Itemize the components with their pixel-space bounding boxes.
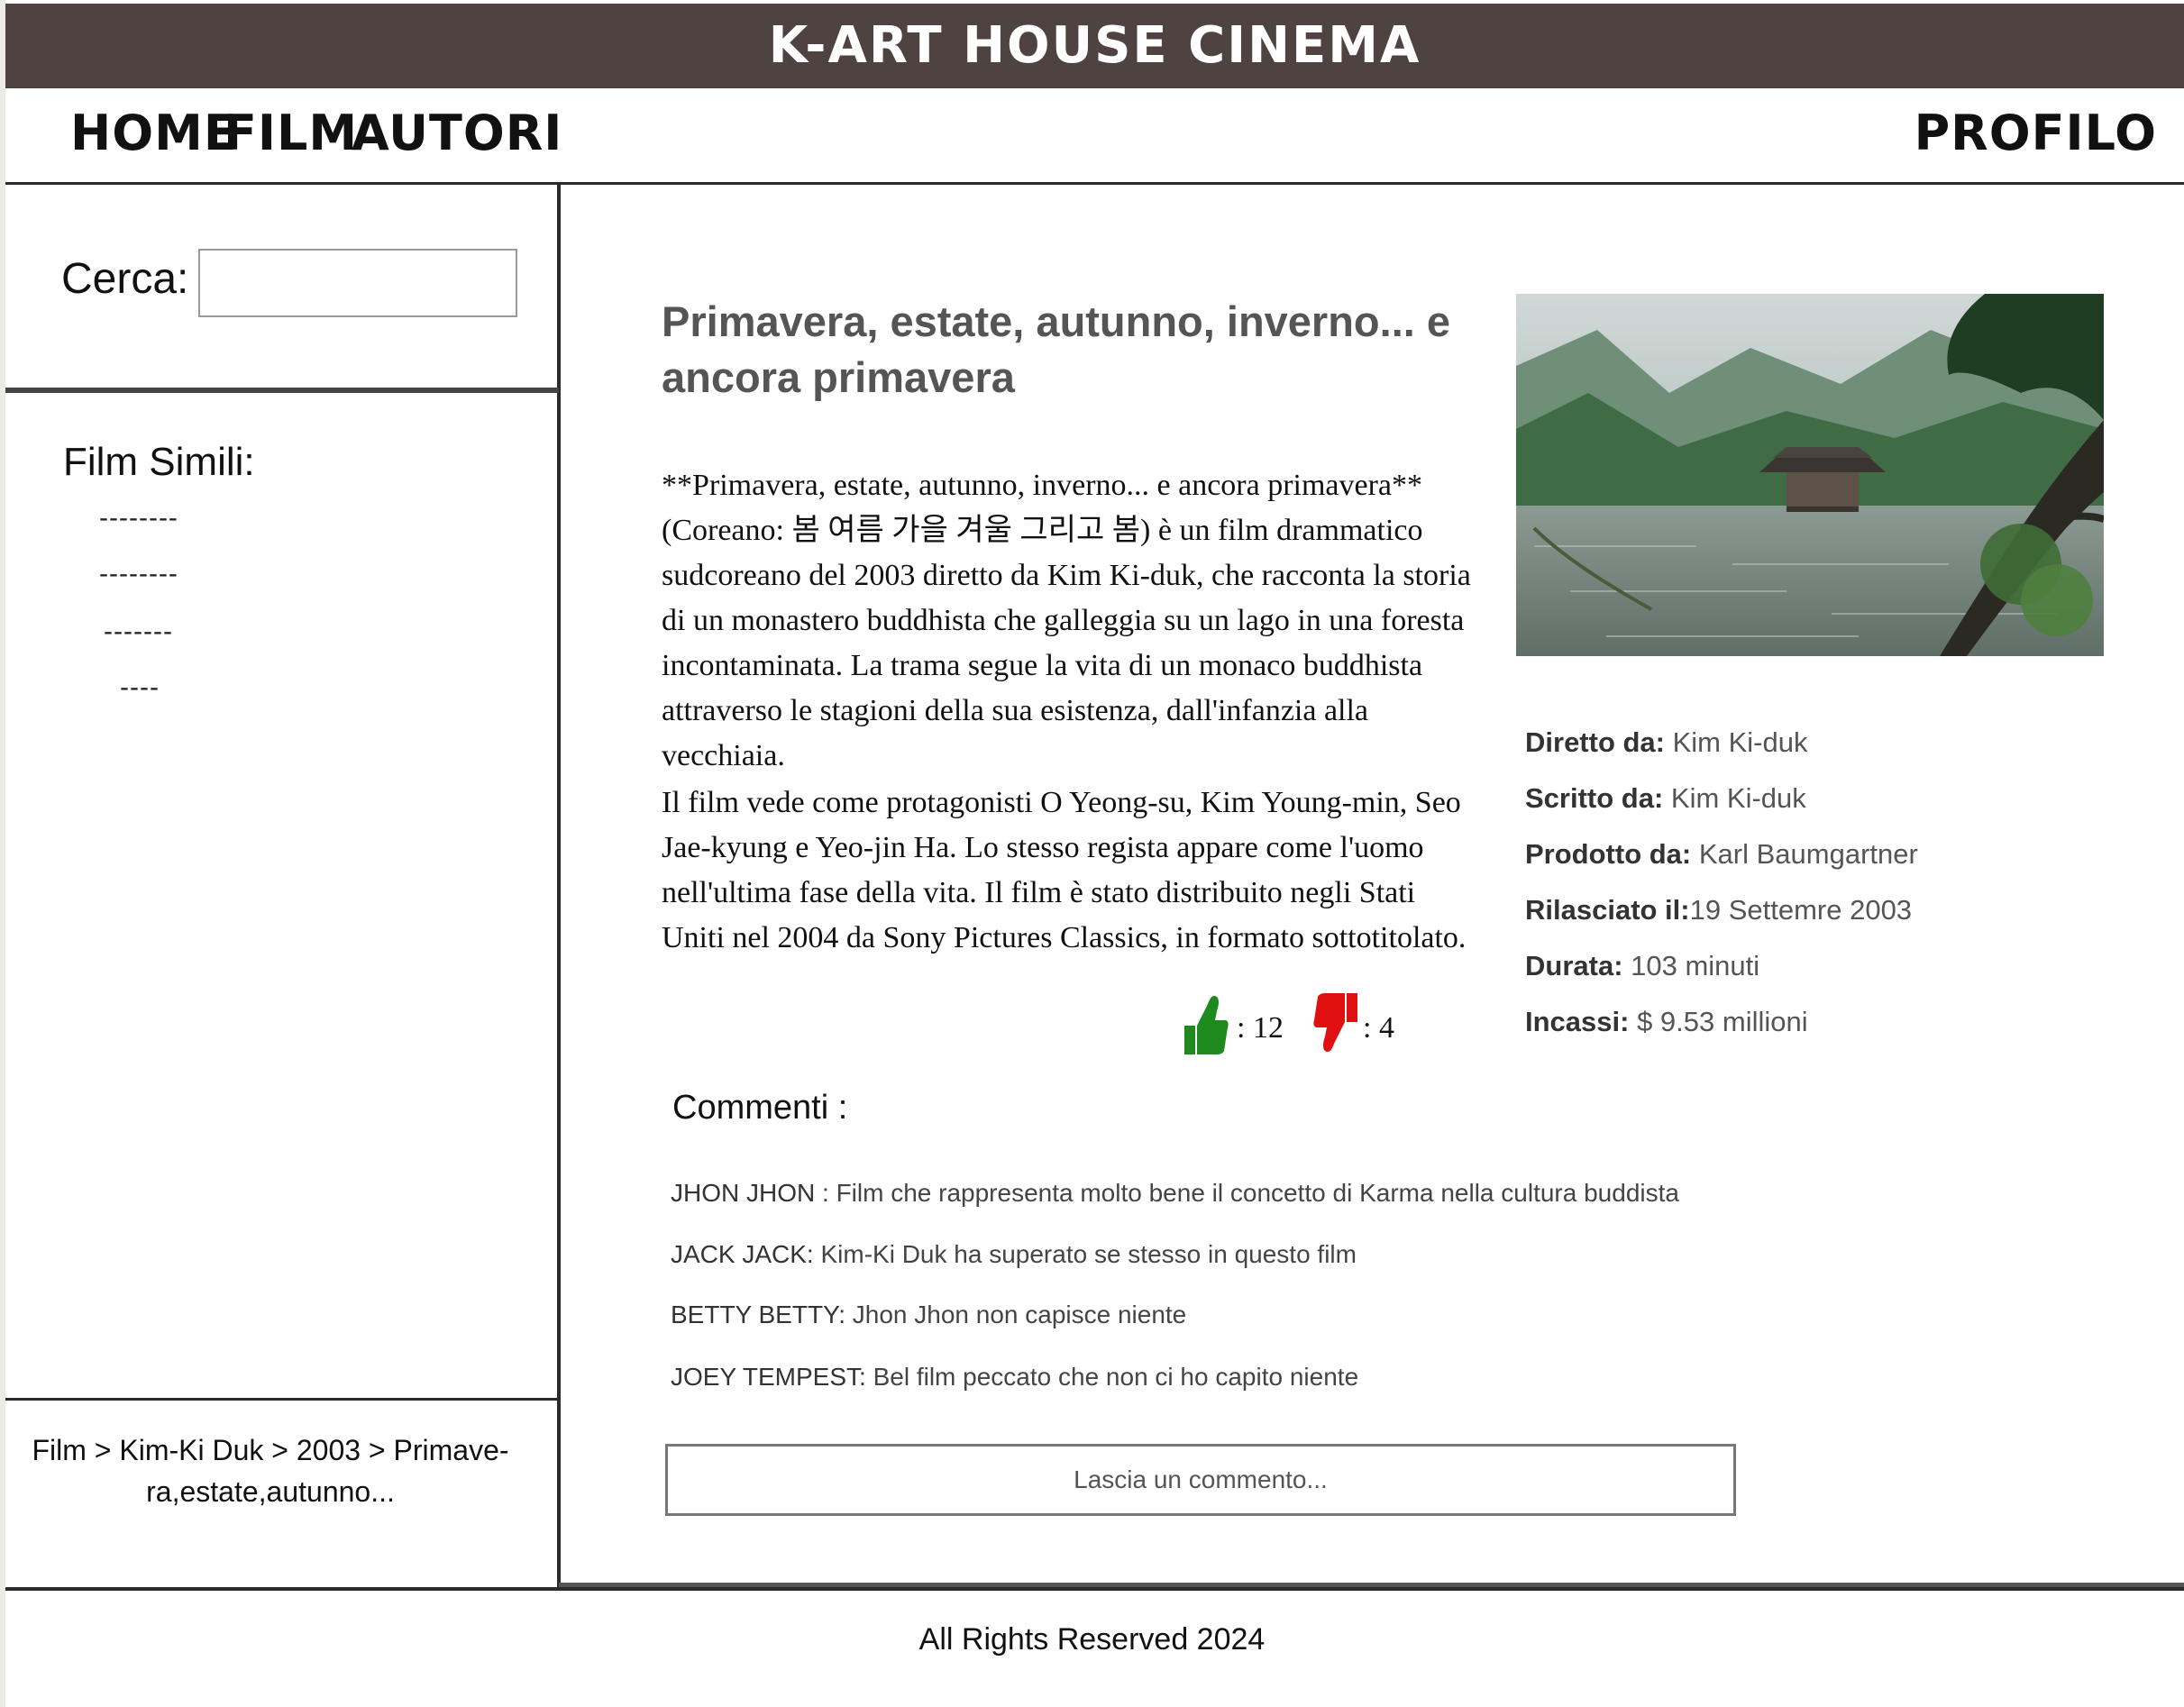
thumbs-up-icon[interactable] (1183, 991, 1229, 1064)
comment-text: Jhon Jhon non capisce niente (845, 1301, 1187, 1328)
movie-description: Il film vede come protagonisti O Yeong-s… (662, 786, 1467, 954)
breadcrumb: Film > Kim-Ki Duk > 2003 > Primave- ra,e… (18, 1429, 523, 1512)
footer-text: All Rights Reserved 2024 (918, 1622, 1266, 1657)
info-gross: Incassi: $ 9.53 millioni (1525, 1006, 1808, 1038)
search-divider (5, 388, 559, 393)
movie-title: Primavera, estate, autunno, inverno... e… (662, 297, 1451, 401)
similar-film-item[interactable]: ------- (104, 616, 173, 647)
comment-item: JHON JHON : Film che rappresenta molto b… (671, 1179, 1679, 1208)
comment-text: : Film che rappresenta molto bene il con… (815, 1179, 1679, 1207)
breadcrumb-line[interactable]: Film > Kim-Ki Duk > 2003 > Primave- (18, 1429, 523, 1471)
nav-profilo[interactable]: PROFILO (1914, 105, 2157, 161)
comment-user: JHON JHON (671, 1179, 816, 1207)
similar-film-item[interactable]: -------- (99, 503, 178, 534)
site-title: K-ART HOUSE CINEMA (768, 16, 1421, 75)
search-input[interactable] (198, 249, 517, 317)
comments-title: Commenti : (672, 1089, 848, 1127)
info-value: $ 9.53 millioni (1629, 1006, 1808, 1037)
comment-text: Bel film peccato che non ci ho capito ni… (865, 1363, 1359, 1391)
comment-user: JACK JACK: (671, 1240, 814, 1268)
comment-user: JOEY TEMPEST: (671, 1363, 866, 1391)
breadcrumb-line[interactable]: ra,estate,autunno... (18, 1471, 523, 1512)
info-value: Kim Ki-duk (1665, 726, 1808, 758)
search-label: Cerca: (61, 255, 189, 303)
nav-divider (5, 182, 2184, 185)
info-produced: Prodotto da: Karl Baumgartner (1525, 838, 1918, 871)
similar-film-item[interactable]: ---- (120, 672, 160, 703)
info-label: Incassi: (1525, 1006, 1630, 1037)
comment-item: BETTY BETTY: Jhon Jhon non capisce nient… (671, 1301, 1186, 1329)
info-label: Scritto da: (1525, 782, 1664, 814)
info-label: Diretto da: (1525, 726, 1665, 758)
info-label: Rilasciato il: (1525, 894, 1690, 926)
sidebar-right-border (557, 184, 561, 1590)
similar-film-item[interactable]: -------- (99, 559, 178, 589)
comment-item: JOEY TEMPEST: Bel film peccato che non c… (671, 1363, 1358, 1392)
dislike-count: : 4 (1363, 1010, 1394, 1045)
similar-films-title: Film Simili: (63, 440, 255, 484)
info-released: Rilasciato il:19 Settemre 2003 (1525, 894, 1912, 927)
info-directed: Diretto da: Kim Ki-duk (1525, 726, 1807, 759)
comment-item: JACK JACK: Kim-Ki Duk ha superato se ste… (671, 1240, 1357, 1269)
like-count: : 12 (1237, 1010, 1284, 1045)
info-label: Prodotto da: (1525, 838, 1692, 870)
breadcrumb-divider (5, 1398, 559, 1401)
thumbs-down-icon[interactable] (1312, 991, 1359, 1064)
nav-home[interactable]: HOME (70, 105, 238, 161)
movie-description: **Primavera, estate, autunno, inverno...… (662, 469, 1471, 772)
info-value: Kim Ki-duk (1663, 782, 1806, 814)
info-value: Karl Baumgartner (1691, 838, 1918, 870)
movie-poster-image (1516, 294, 2104, 656)
site-header: K-ART HOUSE CINEMA (5, 4, 2184, 88)
leave-comment-input[interactable]: Lascia un commento... (665, 1444, 1736, 1516)
info-value: 103 minuti (1622, 950, 1760, 981)
info-label: Durata: (1525, 950, 1623, 981)
comment-text: Kim-Ki Duk ha superato se stesso in ques… (813, 1240, 1357, 1268)
nav-autori[interactable]: AUTORI (352, 105, 562, 161)
comment-user: BETTY BETTY: (671, 1301, 845, 1328)
info-value: 19 Settemre 2003 (1689, 894, 1913, 926)
left-edge (0, 0, 5, 1707)
info-written: Scritto da: Kim Ki-duk (1525, 782, 1806, 815)
dislike-vote: : 4 (1312, 991, 1394, 1064)
like-vote: : 12 (1183, 991, 1284, 1064)
footer-divider (5, 1587, 2184, 1591)
main-nav: HOME FILM AUTORI PROFILO (5, 88, 2184, 182)
nav-film[interactable]: FILM (224, 105, 358, 161)
info-duration: Durata: 103 minuti (1525, 950, 1759, 982)
